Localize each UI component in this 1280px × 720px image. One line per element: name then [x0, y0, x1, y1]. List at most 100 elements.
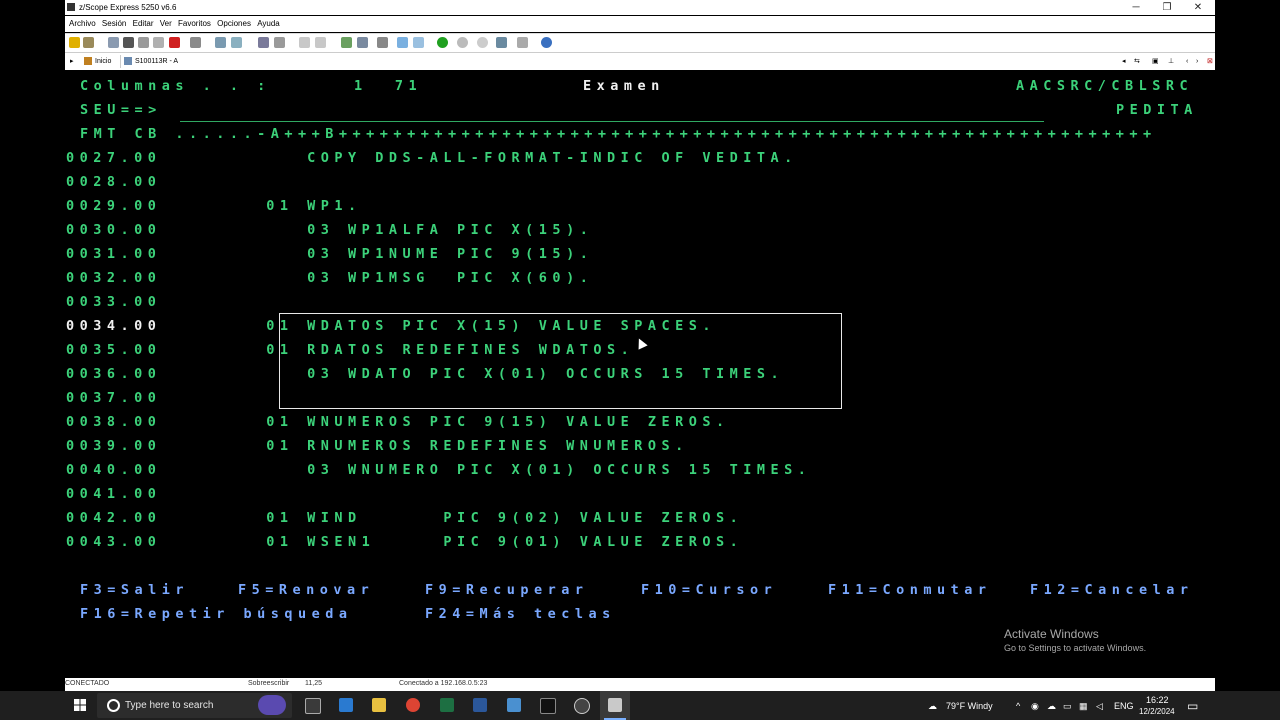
pin-icon[interactable]: ⊥: [1165, 55, 1177, 68]
terminal-icon[interactable]: [540, 698, 556, 714]
weather-text[interactable]: 79°F Windy: [946, 701, 993, 711]
undo-icon[interactable]: [153, 37, 164, 48]
line-seq[interactable]: 0033.00: [66, 294, 161, 310]
settings-app-icon[interactable]: [574, 698, 590, 714]
line-seq[interactable]: 0029.00: [66, 198, 161, 214]
word-icon[interactable]: [473, 698, 487, 712]
fkey-f5[interactable]: F5=Renovar: [238, 582, 374, 598]
line-text[interactable]: COPY DDS-ALL-FORMAT-INDIC OF VEDITA.: [239, 150, 798, 166]
restore-button[interactable]: ❐: [1152, 0, 1182, 15]
line-text[interactable]: 01 WP1.: [239, 198, 362, 214]
delete-icon[interactable]: [169, 37, 180, 48]
close-session-icon[interactable]: ⊠: [1204, 55, 1216, 68]
weather-icon[interactable]: ☁: [928, 701, 937, 712]
printer-icon[interactable]: [377, 37, 388, 48]
scroll-left-icon[interactable]: ◂: [1119, 55, 1129, 68]
copilot-icon[interactable]: [258, 695, 286, 715]
home-tab[interactable]: Inicio: [81, 55, 114, 68]
fkey-f3[interactable]: F3=Salir: [80, 582, 189, 598]
line-seq[interactable]: 0031.00: [66, 246, 161, 262]
line-text[interactable]: 01 WIND PIC 9(02) VALUE ZEROS.: [239, 510, 743, 526]
pause-icon[interactable]: [477, 37, 488, 48]
line-seq[interactable]: 0040.00: [66, 462, 161, 478]
show-hidden-icons[interactable]: ^: [1016, 701, 1020, 711]
tile-icon[interactable]: ▣: [1149, 55, 1162, 68]
battery-icon[interactable]: ▭: [1063, 701, 1072, 712]
start-button[interactable]: [74, 699, 86, 711]
line-seq[interactable]: 0041.00: [66, 486, 161, 502]
menu-favoritos[interactable]: Favoritos: [178, 16, 211, 32]
line-text[interactable]: 03 WNUMERO PIC X(01) OCCURS 15 TIMES.: [239, 462, 811, 478]
macro-icon[interactable]: [299, 37, 310, 48]
fkey-f11[interactable]: F11=Conmutar: [828, 582, 992, 598]
map-icon[interactable]: [357, 37, 368, 48]
fkey-f10[interactable]: F10=Cursor: [641, 582, 777, 598]
menu-ver[interactable]: Ver: [160, 16, 172, 32]
line-text[interactable]: 03 WP1NUME PIC 9(15).: [239, 246, 593, 262]
fkey-f16[interactable]: F16=Repetir búsqueda: [80, 606, 353, 622]
seu-command-line[interactable]: [180, 121, 1044, 122]
paste-icon[interactable]: [138, 37, 149, 48]
terminal-screen[interactable]: Columnas . . : 1 71 Examen AACSRC/CBLSRC…: [65, 70, 1215, 677]
print-icon[interactable]: [215, 37, 226, 48]
line-seq[interactable]: 0043.00: [66, 534, 161, 550]
play-icon[interactable]: [437, 37, 448, 48]
session-list-icon[interactable]: ⇆: [1131, 55, 1143, 68]
tray-cloud-icon[interactable]: ☁: [1047, 701, 1056, 712]
copy-icon[interactable]: [108, 37, 119, 48]
file-icon[interactable]: [231, 37, 242, 48]
excel-icon[interactable]: [440, 698, 454, 712]
close-button[interactable]: ✕: [1183, 0, 1213, 15]
line-seq[interactable]: 0039.00: [66, 438, 161, 454]
minimize-button[interactable]: ─: [1121, 0, 1151, 15]
cut-icon[interactable]: [123, 37, 134, 48]
network-icon[interactable]: ▦: [1079, 701, 1088, 712]
disconnect-icon[interactable]: [83, 37, 94, 48]
chrome-icon[interactable]: [406, 698, 420, 712]
zscope-taskbar-button[interactable]: [600, 691, 630, 720]
prev-session-icon[interactable]: ‹: [1183, 55, 1191, 68]
fkey-f12[interactable]: F12=Cancelar: [1030, 582, 1194, 598]
task-view-icon[interactable]: [305, 698, 321, 714]
line-seq[interactable]: 0037.00: [66, 390, 161, 406]
keyboard-icon[interactable]: [341, 37, 352, 48]
clock-date[interactable]: 12/2/2024: [1139, 707, 1175, 716]
line-seq[interactable]: 0042.00: [66, 510, 161, 526]
line-seq[interactable]: 0030.00: [66, 222, 161, 238]
menu-archivo[interactable]: Archivo: [69, 16, 96, 32]
connect-icon[interactable]: [69, 37, 80, 48]
notifications-icon[interactable]: ▭: [1187, 699, 1198, 713]
line-text[interactable]: 03 WP1ALFA PIC X(15).: [239, 222, 593, 238]
volume-icon[interactable]: ◁: [1096, 701, 1103, 712]
layout-icon[interactable]: [413, 37, 424, 48]
line-text[interactable]: 01 WNUMEROS PIC 9(15) VALUE ZEROS.: [239, 414, 730, 430]
stop-icon[interactable]: [457, 37, 468, 48]
settings-icon[interactable]: [274, 37, 285, 48]
menu-editar[interactable]: Editar: [133, 16, 154, 32]
menu-opciones[interactable]: Opciones: [217, 16, 251, 32]
transfer-icon[interactable]: [258, 37, 269, 48]
line-seq[interactable]: 0027.00: [66, 150, 161, 166]
menu-ayuda[interactable]: Ayuda: [257, 16, 280, 32]
line-seq[interactable]: 0036.00: [66, 366, 161, 382]
line-seq[interactable]: 0032.00: [66, 270, 161, 286]
fkey-f24[interactable]: F24=Más teclas: [425, 606, 616, 622]
fkey-f9[interactable]: F9=Recuperar: [425, 582, 589, 598]
view-icon[interactable]: [397, 37, 408, 48]
tray-app-icon[interactable]: ◉: [1031, 701, 1039, 712]
session-tab[interactable]: S100113R - A: [120, 55, 181, 68]
next-session-icon[interactable]: ›: [1193, 55, 1201, 68]
select-icon[interactable]: [190, 37, 201, 48]
menu-sesion[interactable]: Sesión: [102, 16, 126, 32]
calculator-icon[interactable]: [339, 698, 353, 712]
record-icon[interactable]: [315, 37, 326, 48]
clock-time[interactable]: 16:22: [1146, 695, 1169, 705]
session-menu-icon[interactable]: ▸: [67, 55, 77, 68]
capture-icon[interactable]: [496, 37, 507, 48]
options-icon[interactable]: [517, 37, 528, 48]
file-explorer-icon[interactable]: [372, 698, 386, 712]
app-icon[interactable]: [507, 698, 521, 712]
line-seq[interactable]: 0035.00: [66, 342, 161, 358]
line-seq-current[interactable]: 0034.00: [66, 318, 161, 334]
line-seq[interactable]: 0028.00: [66, 174, 161, 190]
